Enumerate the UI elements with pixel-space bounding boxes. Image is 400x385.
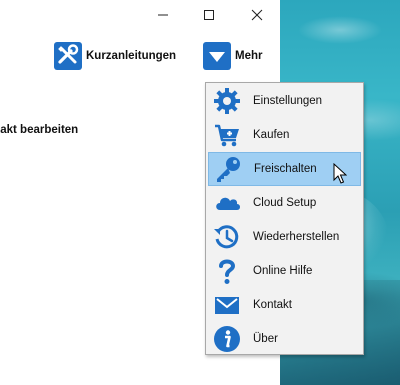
more-dropdown-menu: Einstellungen Kaufen Freischalten Cloud … bbox=[205, 82, 364, 355]
gear-icon bbox=[211, 85, 243, 117]
maximize-button[interactable] bbox=[186, 0, 232, 30]
menu-item-label: Online Hilfe bbox=[253, 265, 313, 277]
menu-item-unlock[interactable]: Freischalten bbox=[208, 152, 361, 186]
history-icon bbox=[211, 221, 243, 253]
mail-icon bbox=[211, 289, 243, 321]
maximize-icon bbox=[204, 10, 214, 20]
minimize-button[interactable] bbox=[140, 0, 186, 30]
chevron-down-icon bbox=[203, 42, 231, 70]
info-icon bbox=[211, 323, 243, 355]
question-icon bbox=[211, 255, 243, 287]
menu-item-label: Kontakt bbox=[253, 299, 292, 311]
menu-item-restore[interactable]: Wiederherstellen bbox=[208, 220, 361, 254]
menu-item-online-help[interactable]: Online Hilfe bbox=[208, 254, 361, 288]
tools-icon bbox=[54, 42, 82, 70]
quick-guides-label: Kurzanleitungen bbox=[86, 50, 177, 62]
menu-item-label: Über bbox=[253, 333, 278, 345]
key-icon bbox=[212, 153, 244, 185]
menu-item-label: Wiederherstellen bbox=[253, 231, 340, 243]
more-label: Mehr bbox=[235, 50, 263, 62]
menu-item-buy[interactable]: Kaufen bbox=[208, 118, 361, 152]
cloud-icon bbox=[211, 187, 243, 219]
close-icon bbox=[251, 9, 263, 21]
menu-item-label: Cloud Setup bbox=[253, 197, 317, 209]
close-button[interactable] bbox=[234, 0, 280, 30]
menu-item-label: Kaufen bbox=[253, 129, 290, 141]
menu-item-label: Freischalten bbox=[254, 163, 317, 175]
cart-add-icon bbox=[211, 119, 243, 151]
menu-item-settings[interactable]: Einstellungen bbox=[208, 84, 361, 118]
more-button[interactable]: Mehr bbox=[203, 41, 262, 71]
section-heading: ktakt bearbeiten bbox=[0, 124, 79, 136]
quick-guides-button[interactable]: Kurzanleitungen bbox=[54, 41, 176, 71]
minimize-icon bbox=[158, 14, 168, 16]
menu-item-contact[interactable]: Kontakt bbox=[208, 288, 361, 322]
menu-item-label: Einstellungen bbox=[253, 95, 323, 107]
menu-item-cloud-setup[interactable]: Cloud Setup bbox=[208, 186, 361, 220]
menu-item-about[interactable]: Über bbox=[208, 322, 361, 356]
